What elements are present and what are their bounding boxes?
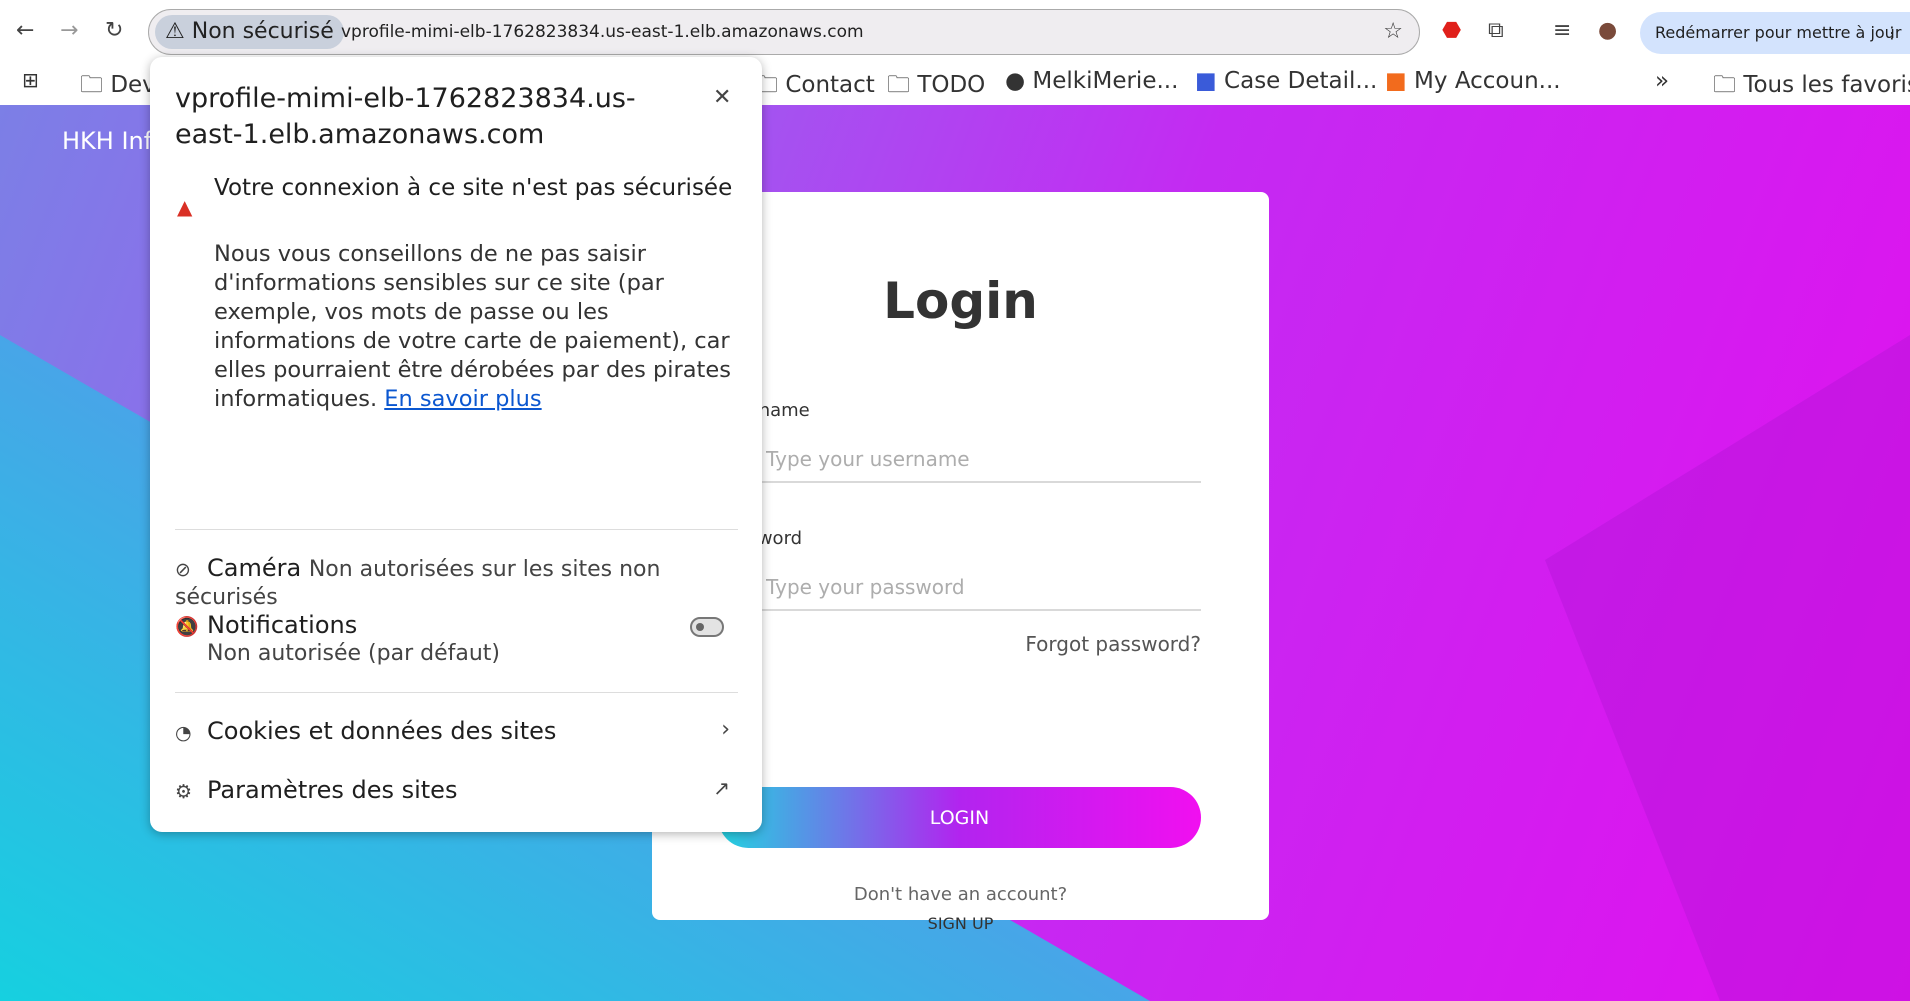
bookmark-github[interactable]: ● MelkiMerie... <box>1005 68 1178 94</box>
bookmark-label: Case Detail... <box>1224 68 1378 94</box>
bookmark-folder[interactable]: 🗀 Dev <box>80 68 156 107</box>
update-button[interactable]: Redémarrer pour mettre à jour ⋮ <box>1640 12 1910 54</box>
camera-label: Caméra <box>207 554 302 582</box>
cookies-item[interactable]: ◔ Cookies et données des sites › <box>175 717 738 745</box>
learn-more-link[interactable]: En savoir plus <box>384 386 541 412</box>
security-description: Nous vous conseillons de ne pas saisir d… <box>214 240 744 414</box>
all-bookmarks-label: Tous les favoris <box>1743 72 1910 98</box>
forgot-password-link[interactable]: Forgot password? <box>1025 632 1201 656</box>
bookmark-label: Contact <box>785 72 875 98</box>
notifications-status: Non autorisée (par défaut) <box>207 641 500 666</box>
github-icon: ● <box>1005 68 1026 94</box>
apps-icon[interactable]: ⊞ <box>22 68 39 92</box>
notifications-off-icon: 🔕 <box>175 616 199 638</box>
username-input[interactable] <box>718 437 1201 483</box>
adblock-icon[interactable]: ⬣ <box>1442 18 1461 43</box>
camera-off-icon: ⊘ <box>175 559 191 581</box>
case-icon: ■ <box>1195 68 1217 94</box>
divider <box>175 529 738 530</box>
bookmark-folder[interactable]: 🗀 Contact <box>755 68 875 107</box>
bookmark-label: MelkiMerie... <box>1032 68 1179 94</box>
external-link-icon: ↗ <box>713 776 730 800</box>
camera-permission: ⊘ Caméra Non autorisées sur les sites non… <box>175 554 738 610</box>
bookmark-folder[interactable]: 🗀 TODO <box>887 68 985 107</box>
security-chip-label: Non sécurisé <box>191 19 334 44</box>
address-bar[interactable]: ⚠ Non sécurisé vprofile-mimi-elb-1762823… <box>148 9 1420 55</box>
cookies-label: Cookies et données des sites <box>207 717 557 745</box>
gear-icon: ⚙ <box>175 781 193 803</box>
site-settings-label: Paramètres des sites <box>207 776 458 804</box>
bookmark-star-icon[interactable]: ☆ <box>1383 19 1403 44</box>
notifications-toggle[interactable] <box>690 617 724 637</box>
site-settings-item[interactable]: ⚙ Paramètres des sites ↗ <box>175 776 738 804</box>
close-icon[interactable]: ✕ <box>713 85 731 110</box>
bookmark-label: TODO <box>917 72 986 98</box>
warning-icon: ⚠ <box>165 19 185 44</box>
login-button[interactable]: LOGIN <box>718 787 1201 848</box>
bookmarks-overflow[interactable]: » <box>1655 68 1669 94</box>
account-icon: ■ <box>1385 68 1407 94</box>
extensions-icon[interactable]: ⧉ <box>1488 18 1504 43</box>
reload-icon[interactable]: ↻ <box>105 18 123 43</box>
update-label: Redémarrer pour mettre à jour <box>1655 23 1902 42</box>
back-icon[interactable]: ← <box>16 18 34 43</box>
forward-icon[interactable]: → <box>60 18 78 43</box>
media-queue-icon[interactable]: ≡ <box>1553 18 1571 43</box>
notifications-permission: 🔕 Notifications Non autorisée (par défaut… <box>175 611 738 666</box>
security-chip[interactable]: ⚠ Non sécurisé <box>155 15 344 49</box>
menu-icon[interactable]: ⋮ <box>1884 12 1900 54</box>
popup-title: vprofile-mimi-elb-1762823834.us-east-1.e… <box>175 83 636 150</box>
warning-icon: ▲ <box>177 195 193 219</box>
cookie-icon: ◔ <box>175 722 192 744</box>
no-account-text: Don't have an account? <box>853 884 1068 905</box>
url-text[interactable]: vprofile-mimi-elb-1762823834.us-east-1.e… <box>341 10 864 54</box>
bookmark-account[interactable]: ■ My Accoun... <box>1385 68 1561 94</box>
chevron-right-icon: › <box>721 717 730 742</box>
avatar[interactable]: ● <box>1598 18 1617 43</box>
browser-toolbar: ← → ↻ ⚠ Non sécurisé vprofile-mimi-elb-1… <box>0 0 1910 60</box>
security-heading: Votre connexion à ce site n'est pas sécu… <box>214 175 733 201</box>
signup-link[interactable]: SIGN UP <box>652 914 1269 933</box>
all-bookmarks[interactable]: 🗀 Tous les favoris <box>1713 68 1910 107</box>
bookmark-label: My Accoun... <box>1414 68 1561 94</box>
divider <box>175 692 738 693</box>
notifications-label: Notifications <box>207 611 358 639</box>
bookmark-case[interactable]: ■ Case Detail... <box>1195 68 1377 94</box>
site-info-popup: vprofile-mimi-elb-1762823834.us-east-1.e… <box>150 57 762 832</box>
bookmark-label: Dev <box>110 72 156 98</box>
password-input[interactable] <box>718 565 1201 611</box>
